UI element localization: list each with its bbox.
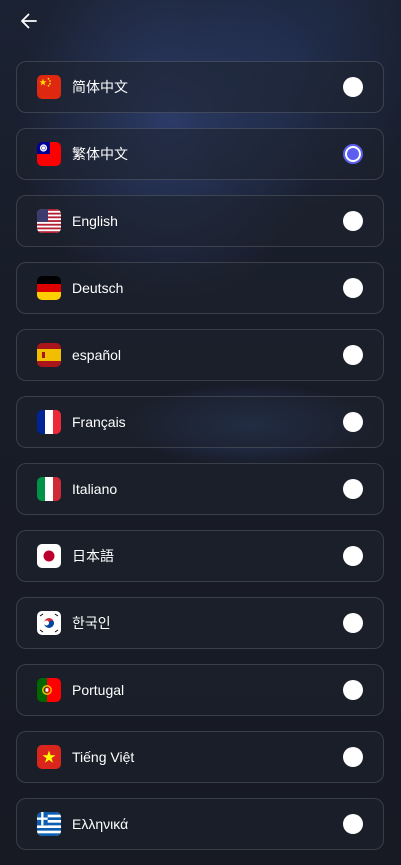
language-option-zh-hans[interactable]: 简体中文 [16,61,384,113]
language-option-zh-hant[interactable]: 繁体中文 [16,128,384,180]
language-option-vi[interactable]: Tiếng Việt [16,731,384,783]
language-label: 한국인 [72,615,111,631]
language-option-el[interactable]: Ελληνικά [16,798,384,850]
radio-button[interactable] [343,412,363,432]
radio-button-selected[interactable] [343,144,363,164]
language-label: Portugal [72,682,125,698]
radio-button[interactable] [343,77,363,97]
italy-flag-icon [37,477,61,501]
taiwan-flag-icon [37,142,61,166]
language-option-ko[interactable]: 한국인 [16,597,384,649]
language-option-it[interactable]: Italiano [16,463,384,515]
language-option-es[interactable]: español [16,329,384,381]
language-label: español [72,347,122,363]
language-label: Ελληνικά [72,816,129,832]
japan-flag-icon [37,544,61,568]
language-label: 简体中文 [72,79,128,95]
back-button[interactable] [16,10,42,36]
china-flag-icon [37,75,61,99]
language-label: 繁体中文 [72,146,128,162]
arrow-left-icon [19,11,39,36]
vietnam-flag-icon [37,745,61,769]
greece-flag-icon [37,812,61,836]
radio-button[interactable] [343,680,363,700]
language-option-pt[interactable]: Portugal [16,664,384,716]
radio-button[interactable] [343,211,363,231]
language-option-ja[interactable]: 日本語 [16,530,384,582]
radio-button[interactable] [343,613,363,633]
radio-button[interactable] [343,814,363,834]
language-label: Deutsch [72,280,124,296]
korea-flag-icon [37,611,61,635]
language-label: English [72,213,118,229]
france-flag-icon [37,410,61,434]
radio-button[interactable] [343,747,363,767]
radio-selected-dot [347,148,359,160]
language-label: Français [72,414,126,430]
germany-flag-icon [37,276,61,300]
radio-button[interactable] [343,345,363,365]
language-option-de[interactable]: Deutsch [16,262,384,314]
radio-button[interactable] [343,479,363,499]
language-label: Tiếng Việt [72,749,135,765]
language-option-fr[interactable]: Français [16,396,384,448]
language-label: Italiano [72,481,118,497]
radio-button[interactable] [343,546,363,566]
language-list: 简体中文 繁体中文 English Deutsch español França… [16,61,384,865]
radio-button[interactable] [343,278,363,298]
spain-flag-icon [37,343,61,367]
portugal-flag-icon [37,678,61,702]
usa-flag-icon [37,209,61,233]
language-label: 日本語 [72,548,114,564]
language-option-en[interactable]: English [16,195,384,247]
